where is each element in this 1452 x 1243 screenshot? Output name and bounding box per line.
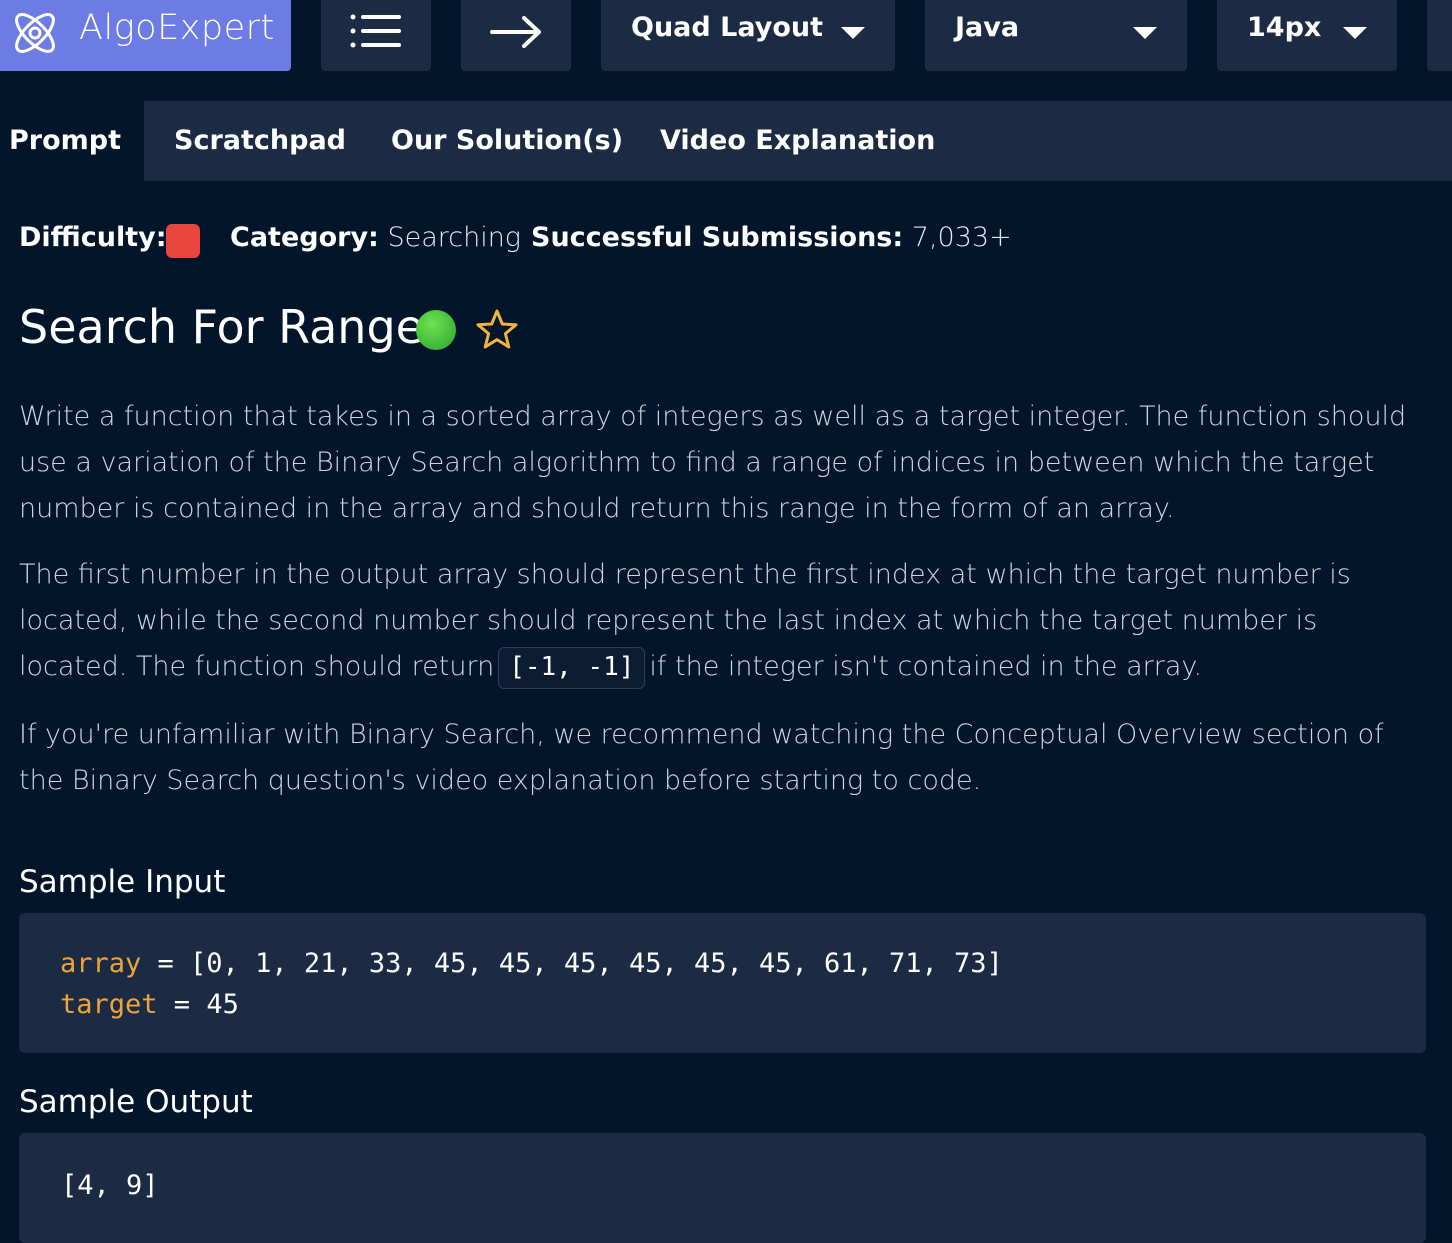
page-title: Search For Range <box>19 300 424 354</box>
chevron-down-icon <box>1133 27 1157 39</box>
menu-button[interactable] <box>321 0 431 71</box>
layout-dropdown[interactable]: Quad Layout <box>601 0 895 71</box>
prompt-paragraph-2-end: if the integer isn't contained in the ar… <box>649 651 1203 682</box>
category: Category: Searching <box>230 222 521 253</box>
top-toolbar: AlgoExpert Quad Layout Java 14px <box>0 0 1452 101</box>
layout-dropdown-label: Quad Layout <box>631 12 823 43</box>
category-label: Category: <box>230 222 379 253</box>
language-dropdown-label: Java <box>955 12 1020 43</box>
sample-input-heading: Sample Input <box>19 864 226 900</box>
successful-submissions: Successful Submissions: 7,033+ <box>531 222 1012 253</box>
algoexpert-logo-icon <box>15 13 55 53</box>
tab-video-explanation[interactable]: Video Explanation <box>660 101 935 181</box>
code-variable: array <box>60 948 142 979</box>
completion-status-icon <box>416 310 456 350</box>
code-line: [4, 9] <box>61 1170 159 1201</box>
category-value: Searching <box>387 222 522 253</box>
question-title-row: Search For Range <box>19 300 518 366</box>
menu-list-icon <box>350 14 401 48</box>
chevron-down-icon <box>1343 27 1367 39</box>
prompt-paragraph-2: The first number in the output array sho… <box>19 552 1429 690</box>
language-dropdown[interactable]: Java <box>925 0 1187 71</box>
tab-prompt[interactable]: Prompt <box>0 101 144 181</box>
font-size-dropdown-label: 14px <box>1247 12 1322 43</box>
code-value: = 45 <box>157 989 239 1020</box>
sample-input-code-block: array = [0, 1, 21, 33, 45, 45, 45, 45, 4… <box>19 913 1426 1053</box>
chevron-down-icon <box>841 27 865 39</box>
font-size-dropdown[interactable]: 14px <box>1217 0 1397 71</box>
submissions-label: Successful Submissions: <box>531 222 904 253</box>
sample-output-heading: Sample Output <box>19 1084 253 1120</box>
submissions-value: 7,033+ <box>911 222 1012 253</box>
question-tabs: Prompt Scratchpad Our Solution(s) Video … <box>0 101 1452 181</box>
toolbar-overflow-button[interactable] <box>1427 0 1452 71</box>
prompt-paragraph-1: Write a function that takes in a sorted … <box>19 401 1407 524</box>
sample-output-code-block: [4, 9] <box>19 1133 1426 1243</box>
difficulty-label: Difficulty: <box>19 222 167 253</box>
prompt-paragraph-3: If you're unfamiliar with Binary Search,… <box>19 719 1384 796</box>
code-variable: target <box>60 989 158 1020</box>
code-line: array = [0, 1, 21, 33, 45, 45, 45, 45, 4… <box>60 943 1426 984</box>
arrow-right-icon <box>490 16 541 48</box>
inline-code-not-found: [-1, -1] <box>498 646 646 689</box>
tab-scratchpad[interactable]: Scratchpad <box>174 101 346 181</box>
code-line: target = 45 <box>60 984 1426 1025</box>
brand-name: AlgoExpert <box>79 8 275 48</box>
code-value: = [0, 1, 21, 33, 45, 45, 45, 45, 45, 45,… <box>141 948 1003 979</box>
star-outline-icon[interactable] <box>475 308 519 352</box>
difficulty-badge <box>166 224 200 258</box>
brand-logo-button[interactable]: AlgoExpert <box>0 0 291 71</box>
tab-our-solutions[interactable]: Our Solution(s) <box>391 101 623 181</box>
next-question-button[interactable] <box>461 0 571 71</box>
